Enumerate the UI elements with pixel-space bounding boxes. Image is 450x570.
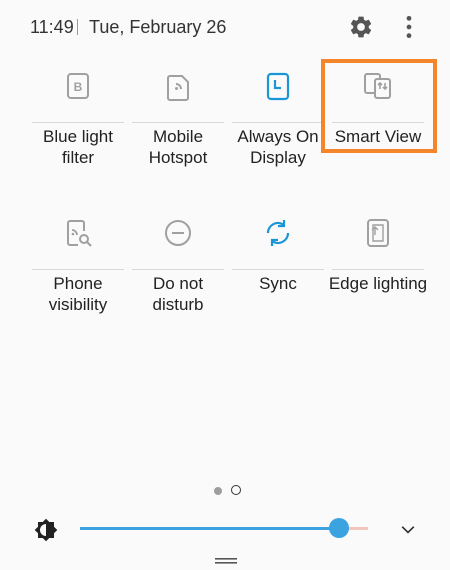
edge-lighting-icon [367,219,389,247]
status-bar: 11:49 Tue, February 26 [0,0,450,52]
brightness-auto-icon[interactable] [34,518,58,542]
tile-divider [132,122,224,123]
page-indicator-inactive[interactable] [231,485,241,495]
tile-edge-lighting[interactable]: Edge lighting [329,207,427,327]
chevron-down-icon[interactable] [398,520,418,540]
tile-phone-visibility[interactable]: Phone visibility [32,207,124,327]
page-indicator-active[interactable] [214,487,222,495]
more-options-icon[interactable] [396,14,422,40]
smart-view-highlight [321,59,437,153]
do-not-disturb-icon [165,220,191,246]
brightness-track-filled[interactable] [80,527,340,530]
tile-label: Blue light filter [43,127,113,167]
tile-label: Do not disturb [152,274,204,314]
drag-handle-icon[interactable] [215,558,237,564]
tile-divider [232,122,324,123]
tile-label: Phone visibility [48,274,108,314]
tile-mobile-hotspot[interactable]: Mobile Hotspot [132,60,224,180]
sync-icon [266,220,290,246]
status-separator [77,19,78,35]
blue-light-filter-icon: B [67,73,89,99]
tile-divider [32,269,124,270]
clock: 11:49 [30,17,74,37]
tile-divider [32,122,124,123]
tile-label: Sync [259,274,297,293]
tile-blue-light-filter[interactable]: B Blue light filter [32,60,124,180]
tile-label: Edge lighting [328,274,428,293]
tile-label: Always On Display [237,127,319,167]
tile-divider [232,269,324,270]
tile-divider [132,269,224,270]
tile-divider [332,269,424,270]
tile-sync[interactable]: Sync [232,207,324,327]
date: Tue, February 26 [89,17,227,37]
mobile-hotspot-icon [167,75,189,101]
tile-do-not-disturb[interactable]: Do not disturb [132,207,224,327]
tile-always-on-display[interactable]: Always On Display [232,60,324,180]
phone-visibility-icon [67,220,92,247]
brightness-slider-thumb[interactable] [329,518,350,538]
always-on-display-icon [266,72,290,101]
gear-icon[interactable] [348,14,374,40]
tile-label: Mobile Hotspot [148,127,208,167]
svg-text:B: B [74,80,83,94]
